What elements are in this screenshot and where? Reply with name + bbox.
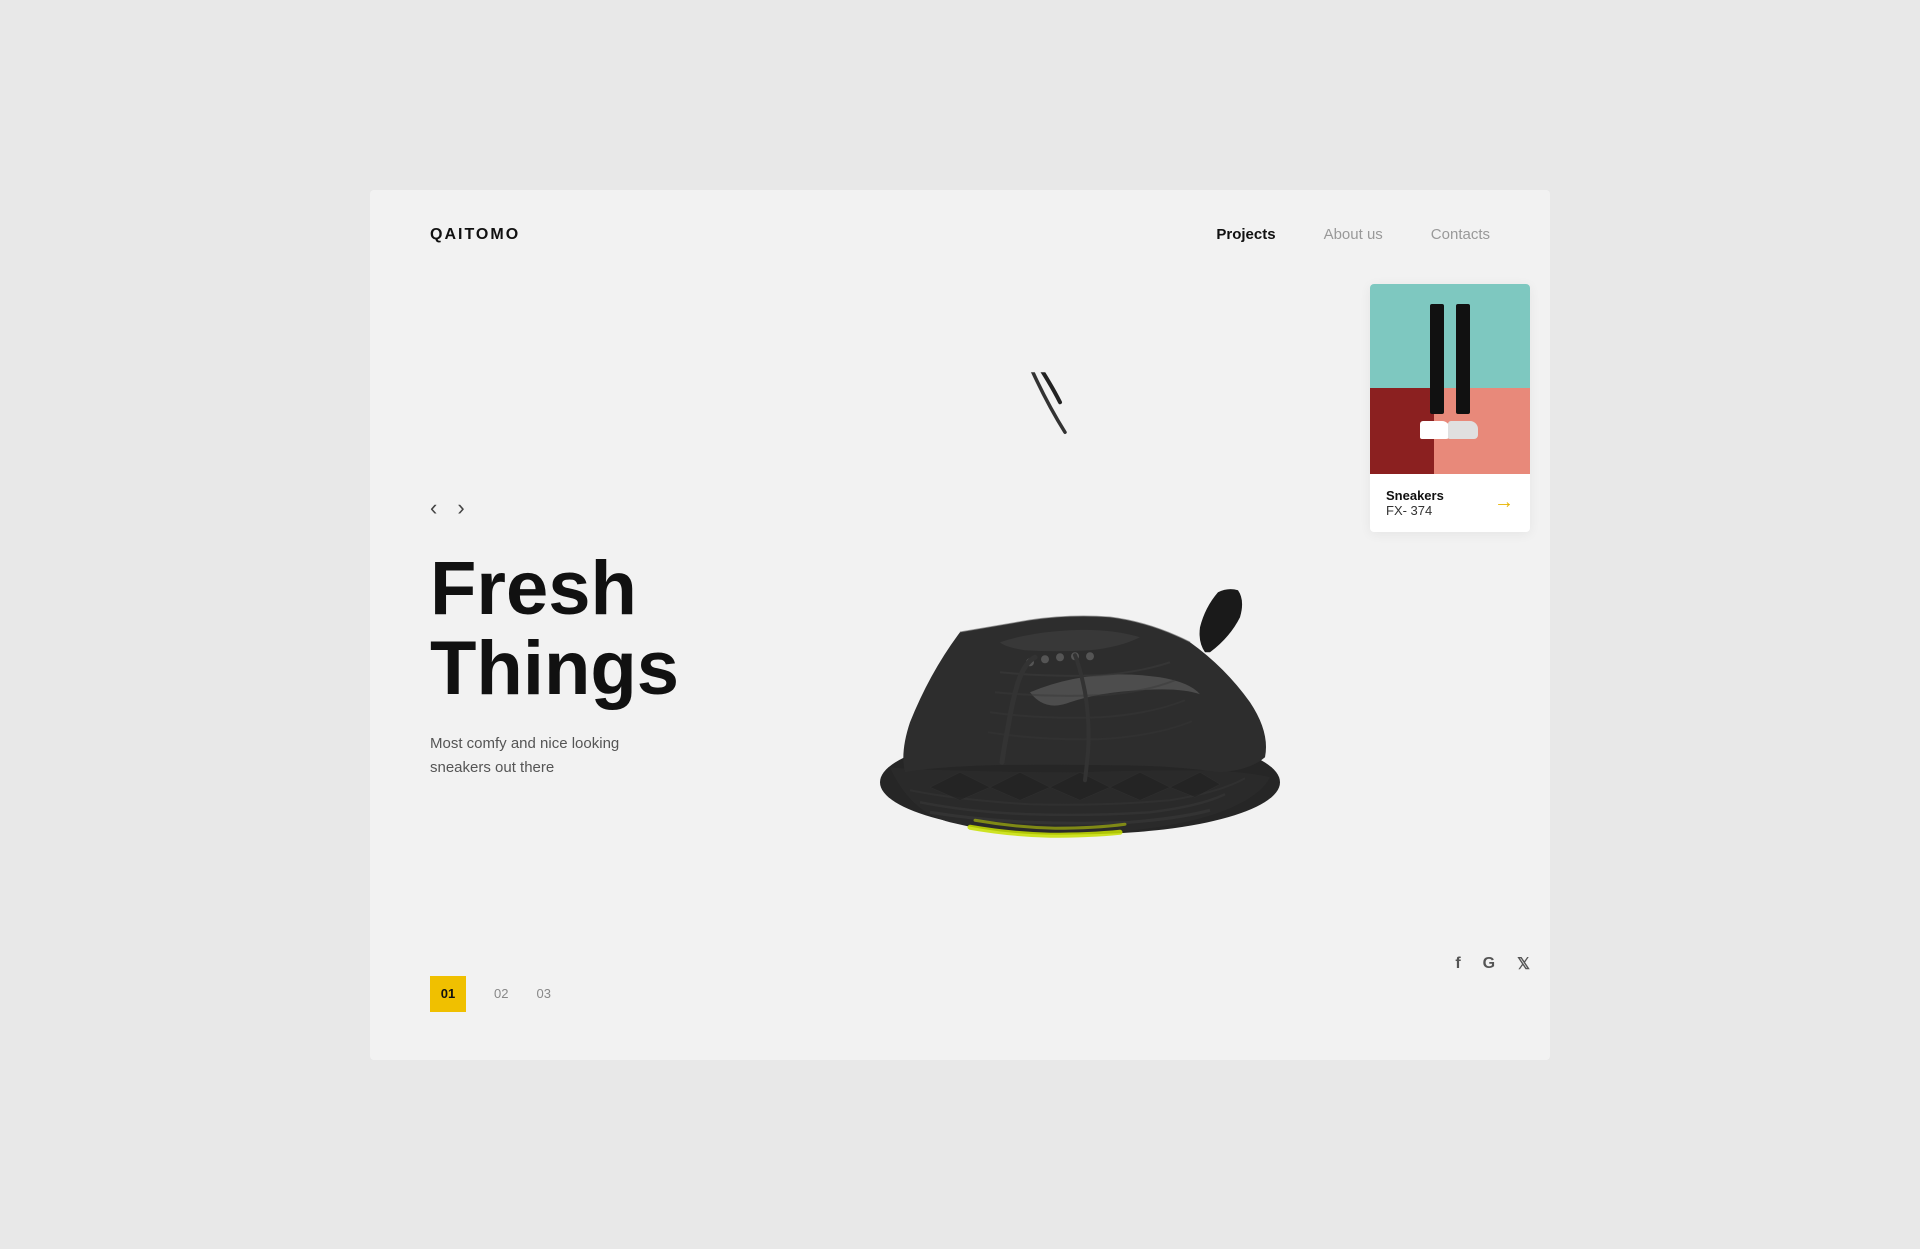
shoe-left: [1420, 421, 1450, 439]
product-card-image: [1370, 284, 1530, 474]
carousel-arrows: ‹ ›: [430, 497, 790, 519]
main-content: ‹ › FreshThings Most comfy and nice look…: [370, 244, 1550, 1034]
prev-arrow[interactable]: ‹: [430, 497, 437, 519]
product-card-arrow[interactable]: →: [1494, 491, 1514, 514]
left-panel: ‹ › FreshThings Most comfy and nice look…: [370, 244, 790, 1034]
product-card[interactable]: Sneakers FX- 374 →: [1370, 284, 1530, 532]
leg-right: [1456, 304, 1470, 414]
page-wrapper: QAITOMO Projects About us Contacts ‹ › F…: [370, 190, 1550, 1060]
right-panel: Sneakers FX- 374 → f G 𝕏: [1370, 244, 1550, 1034]
twitter-icon[interactable]: 𝕏: [1517, 954, 1530, 974]
product-card-text: Sneakers FX- 374: [1386, 488, 1444, 518]
product-card-name: Sneakers: [1386, 488, 1444, 503]
product-card-info: Sneakers FX- 374 →: [1370, 474, 1530, 532]
nav-contacts[interactable]: Contacts: [1431, 226, 1490, 243]
shoe-image: [830, 372, 1330, 857]
shoe-display-area: [790, 244, 1370, 1034]
product-card-model: FX- 374: [1386, 503, 1444, 518]
social-icons: f G 𝕏: [1455, 954, 1530, 994]
next-arrow[interactable]: ›: [457, 497, 464, 519]
navigation: Projects About us Contacts: [1216, 226, 1490, 243]
logo: QAITOMO: [430, 226, 520, 244]
nav-projects[interactable]: Projects: [1216, 226, 1275, 243]
shoe-right: [1448, 421, 1478, 439]
google-icon[interactable]: G: [1483, 955, 1495, 973]
card-figure: [1420, 304, 1480, 434]
hero-title: FreshThings: [430, 549, 790, 709]
header: QAITOMO Projects About us Contacts: [370, 190, 1550, 244]
facebook-icon[interactable]: f: [1455, 955, 1460, 973]
nav-about[interactable]: About us: [1324, 226, 1383, 243]
leg-left: [1430, 304, 1444, 414]
hero-description: Most comfy and nice looking sneakers out…: [430, 732, 670, 780]
